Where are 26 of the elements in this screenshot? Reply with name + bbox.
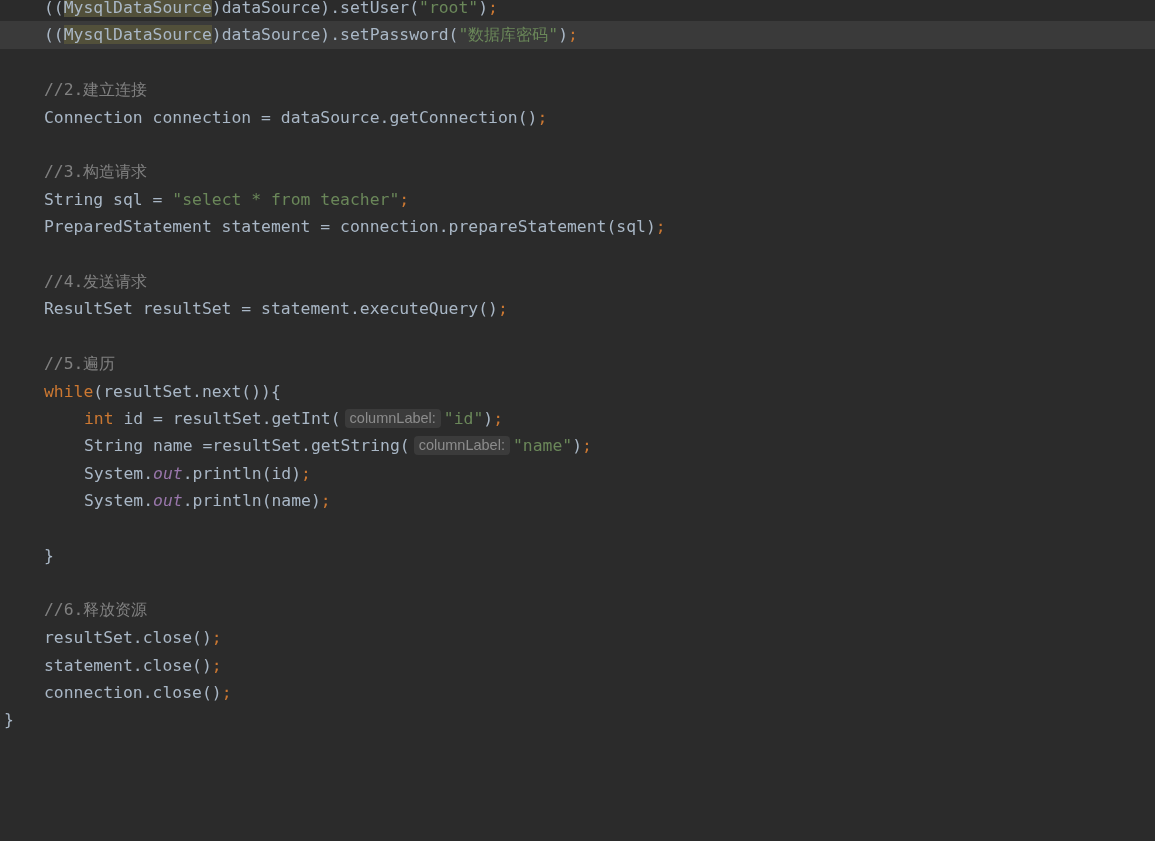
code-text: connection.close(); xyxy=(44,682,232,702)
code-text: String name =resultSet.getString( xyxy=(84,436,410,456)
code-text: String sql = "select * from teacher"; xyxy=(44,189,410,209)
code-text: PreparedStatement statement = connection.prepareStatement(sql); xyxy=(44,217,666,237)
code-comment: //2.建立连接 xyxy=(44,78,148,101)
code-text: Connection connection = dataSource.getConnection(); xyxy=(44,107,548,127)
code-text: statement.close(); xyxy=(44,655,222,675)
code-text: while(resultSet.next()){ xyxy=(44,381,281,401)
code-comment: //3.构造请求 xyxy=(44,161,148,184)
code-text: System.out.println(name); xyxy=(84,491,331,511)
code-text: ((MysqlDataSource)dataSource).setUser("root"); xyxy=(44,0,498,18)
code-comment: //6.释放资源 xyxy=(44,599,148,622)
parameter-hint: columnLabel: xyxy=(344,409,441,429)
code-text: int id = resultSet.getInt( xyxy=(84,409,341,429)
code-text: resultSet.close(); xyxy=(44,628,222,648)
code-text: System.out.println(id); xyxy=(84,463,311,483)
code-text: } xyxy=(4,710,14,730)
code-comment: //4.发送请求 xyxy=(44,270,148,293)
code-text: ResultSet resultSet = statement.executeQuery(); xyxy=(44,299,508,319)
code-text: "name"); xyxy=(512,436,592,456)
code-text: } xyxy=(44,546,54,565)
code-comment: //5.遍历 xyxy=(44,352,116,375)
code-text: "id"); xyxy=(443,409,504,429)
parameter-hint: columnLabel: xyxy=(413,436,510,456)
code-editor[interactable] xyxy=(0,0,1155,841)
code-text: ((MysqlDataSource)dataSource).setPassword("数据库密码"); xyxy=(44,24,578,47)
